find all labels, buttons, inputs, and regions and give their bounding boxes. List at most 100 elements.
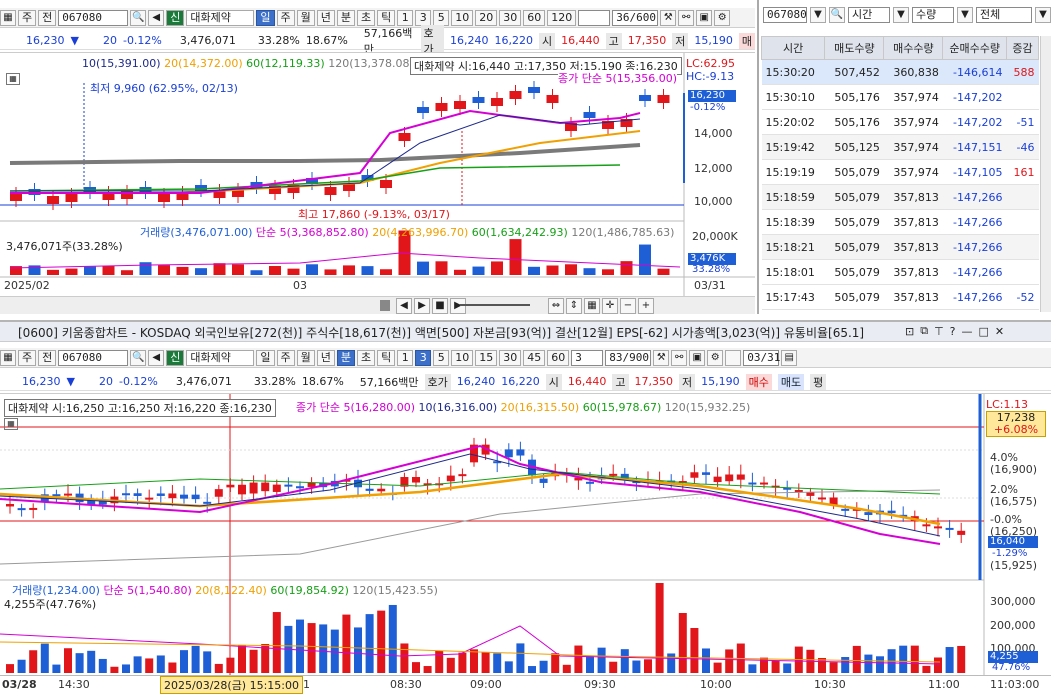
interval-button-0[interactable]: 1 [397,9,414,26]
gear-icon[interactable]: ⚙ [707,349,724,366]
dropdown-icon[interactable]: ▼ [810,7,826,23]
market-type-select[interactable]: 주 [18,9,37,26]
search-icon[interactable]: 🔍 [829,7,845,23]
grid-icon[interactable]: ▦ [584,298,600,314]
stop-icon[interactable]: ■ [432,298,448,314]
chart-settings-icon[interactable]: ▦ [6,73,20,85]
prev-button[interactable]: 전 [38,9,57,26]
period-tab-5[interactable]: 초 [357,9,376,26]
date-field[interactable]: 03/31 [743,349,780,366]
bottom-chart-area[interactable]: 대화제약 시:16,250 고:16,250 저:16,220 종:16,230… [0,393,1051,698]
menu-icon[interactable]: ▦ [0,9,16,26]
calendar-icon[interactable]: ▤ [781,349,798,366]
stock-code-input[interactable]: 067080 [58,349,129,366]
column-header[interactable]: 매수수량 [883,36,944,60]
chart-settings-icon[interactable]: ▦ [4,418,18,430]
interval-button-0[interactable]: 1 [397,349,414,366]
zoom-icon[interactable]: ⇔ [548,298,564,314]
table-row[interactable]: 15:19:19 505,079 357,974 -147,105 161 [761,159,1039,185]
table-row[interactable]: 15:20:02 505,176 357,974 -147,202 -51 [761,109,1039,135]
table-row[interactable]: 15:18:59 505,079 357,813 -147,266 [761,184,1039,210]
close-icon[interactable]: ✕ [995,325,1004,338]
crosshair-icon[interactable]: ✛ [602,298,618,314]
custom-interval-input[interactable]: 3 [571,349,604,366]
period-tab-0[interactable]: 일 [256,349,275,366]
dropdown-icon[interactable]: ▼ [1035,7,1051,23]
period-tab-0[interactable]: 일 [256,9,275,26]
period-tab-6[interactable]: 틱 [377,349,396,366]
interval-button-3[interactable]: 10 [451,9,474,26]
period-tab-1[interactable]: 주 [276,349,295,366]
interval-button-4[interactable]: 15 [475,349,498,366]
custom-interval-input[interactable] [578,9,611,26]
interval-button-7[interactable]: 60 [547,349,570,366]
prev-button[interactable]: 전 [38,349,57,366]
column-header[interactable]: 시간 [760,36,826,60]
period-tab-5[interactable]: 초 [357,349,376,366]
scroll-left-icon[interactable]: ◀ [396,298,412,314]
period-tab-3[interactable]: 년 [316,349,335,366]
dropdown-icon[interactable]: ▼ [893,7,909,23]
buy-button[interactable]: 매 [738,32,755,49]
period-tab-6[interactable]: 틱 [377,9,396,26]
period-tab-3[interactable]: 년 [316,9,335,26]
interval-button-6[interactable]: 45 [523,349,546,366]
minimize-icon[interactable]: — [962,325,973,338]
interval-button-5[interactable]: 30 [499,349,522,366]
checkbox[interactable] [725,349,742,366]
column-header[interactable]: 순매수수량 [942,36,1007,60]
buy-button[interactable]: 매수 [745,373,772,390]
tools-icon[interactable]: ⚒ [660,9,677,26]
menu-icon[interactable]: ▦ [0,349,16,366]
zoom-out-icon[interactable]: − [620,298,636,314]
market-type-select[interactable]: 주 [18,349,37,366]
period-tab-4[interactable]: 분 [336,9,355,26]
table-row[interactable]: 15:18:01 505,079 357,813 -147,266 [761,259,1039,285]
interval-button-1[interactable]: 3 [415,9,432,26]
interval-button-4[interactable]: 20 [475,9,498,26]
scroll-right-icon[interactable]: ▶ [414,298,430,314]
zoom-in-icon[interactable]: + [638,298,654,314]
speaker-icon[interactable]: ◀ [148,349,165,366]
count-field[interactable]: 83/900 [605,349,652,366]
sell-button[interactable]: 매도 [777,373,805,390]
help-icon[interactable]: ? [950,325,956,338]
save-icon[interactable]: ▣ [696,9,713,26]
zoom-slider[interactable] [460,304,530,306]
pin-icon[interactable]: ⊤ [934,325,944,338]
search-icon[interactable]: 🔍 [130,349,147,366]
interval-button-7[interactable]: 120 [547,9,577,26]
interval-button-6[interactable]: 60 [523,9,546,26]
interval-button-5[interactable]: 30 [499,9,522,26]
save-icon[interactable]: ▣ [689,349,706,366]
column-header[interactable]: 매도수량 [824,36,885,60]
table-row[interactable]: 15:30:20 507,452 360,838 -146,614 588 [761,59,1039,85]
interval-button-3[interactable]: 10 [451,349,474,366]
table-row[interactable]: 15:18:21 505,079 357,813 -147,266 [761,234,1039,260]
fit-icon[interactable]: ⇕ [566,298,582,314]
stock-code-input[interactable]: 067080 [58,9,129,26]
tools-icon[interactable]: ⚒ [653,349,670,366]
count-field[interactable]: 36/600 [612,9,659,26]
top-chart-area[interactable]: 10(15,391.00) 20(14,372.00) 60(12,119.33… [0,52,755,314]
table-row[interactable]: 15:30:10 505,176 357,974 -147,202 [761,84,1039,110]
column-header[interactable]: 증감 [1005,36,1040,60]
window-a-icon[interactable]: ⊡ [905,325,914,338]
time-filter[interactable]: 시간 [848,7,890,23]
link-icon[interactable]: ⚯ [678,9,695,26]
scope-filter[interactable]: 전체 [976,7,1032,23]
window-b-icon[interactable]: ⧉ [920,324,928,338]
panel-code-input[interactable]: 067080 [763,7,807,23]
play-icon[interactable]: ▶ [450,298,466,314]
period-tab-4[interactable]: 분 [336,349,355,366]
dropdown-icon[interactable]: ▼ [957,7,973,23]
avg-button[interactable]: 평 [810,373,827,390]
period-tab-2[interactable]: 월 [296,349,315,366]
table-row[interactable]: 15:19:42 505,125 357,974 -147,151 -46 [761,134,1039,160]
search-icon[interactable]: 🔍 [130,9,147,26]
table-row[interactable]: 15:18:39 505,079 357,813 -147,266 [761,209,1039,235]
interval-button-1[interactable]: 3 [415,349,432,366]
scroll-thumb[interactable] [380,300,390,311]
maximize-icon[interactable]: □ [979,325,989,338]
table-row[interactable]: 15:17:43 505,079 357,813 -147,266 -52 [761,284,1039,310]
